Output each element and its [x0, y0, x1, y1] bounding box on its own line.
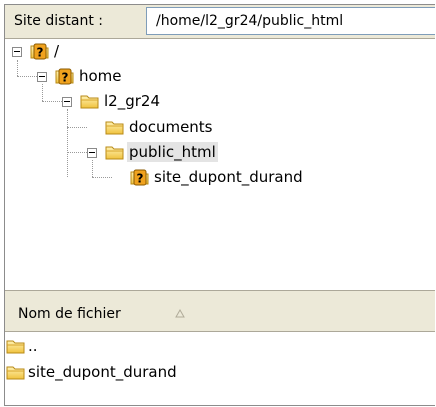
list-item[interactable]: .. — [5, 334, 436, 358]
tree-node-l2-gr24[interactable]: l2_gr24 — [5, 89, 435, 114]
tree-node-label: home — [79, 67, 122, 85]
collapse-icon[interactable] — [87, 148, 97, 158]
address-label: Site distant : — [14, 13, 103, 29]
unknown-folder-icon — [55, 68, 75, 85]
folder-icon — [105, 144, 125, 161]
list-item[interactable]: site_dupont_durand — [5, 360, 436, 384]
list-item-label: site_dupont_durand — [28, 363, 177, 381]
tree-node-site-dupont-durand[interactable]: site_dupont_durand — [5, 165, 435, 190]
tree-node-documents[interactable]: documents — [5, 115, 435, 140]
collapse-icon[interactable] — [37, 72, 47, 82]
tree-node-home[interactable]: home — [5, 64, 435, 89]
collapse-icon[interactable] — [62, 97, 72, 107]
column-header-filename[interactable]: Nom de fichier — [18, 306, 121, 322]
collapse-icon[interactable] — [12, 47, 22, 57]
unknown-folder-icon — [130, 169, 150, 186]
list-item-label: .. — [28, 337, 38, 355]
tree-node-label: / — [54, 42, 60, 60]
tree-node-label: site_dupont_durand — [154, 168, 303, 186]
file-list-header: Nom de fichier — [5, 297, 435, 332]
unknown-folder-icon — [30, 43, 50, 60]
file-list: .. site_dupont_durand — [5, 332, 435, 405]
tree-node-public-html[interactable]: public_html — [5, 140, 435, 165]
remote-path-input[interactable]: /home/l2_gr24/public_html — [146, 7, 435, 35]
tree-node-label: public_html — [127, 142, 218, 162]
directory-tree: / home l2_gr24 documents public_html sit… — [5, 39, 435, 290]
tree-node-label: l2_gr24 — [104, 92, 160, 110]
tree-node-root[interactable]: / — [5, 39, 435, 64]
folder-icon — [80, 93, 100, 110]
tree-node-label: documents — [129, 118, 213, 136]
remote-site-panel: Site distant : /home/l2_gr24/public_html… — [4, 4, 435, 406]
folder-icon — [6, 364, 26, 381]
folder-icon — [105, 119, 125, 136]
address-bar: Site distant : /home/l2_gr24/public_html — [5, 5, 435, 39]
folder-icon — [6, 338, 26, 355]
sort-ascending-icon[interactable] — [175, 309, 185, 318]
